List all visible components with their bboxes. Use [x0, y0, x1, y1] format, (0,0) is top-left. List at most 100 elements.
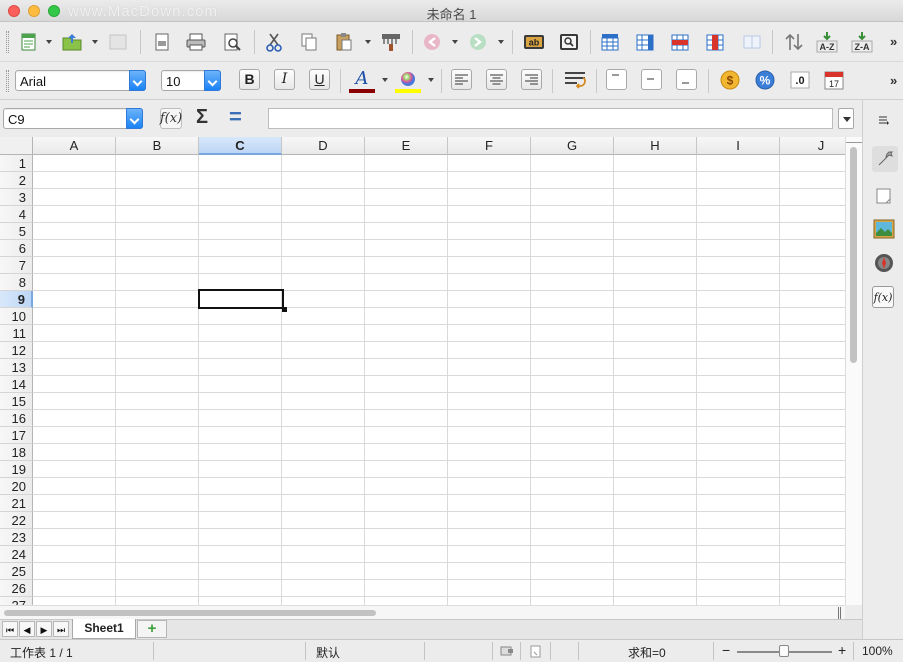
column-header[interactable]: H — [614, 137, 697, 155]
horizontal-scrollbar[interactable] — [0, 605, 845, 619]
currency-format-icon[interactable]: $ — [718, 68, 742, 92]
sidebar-menu-icon[interactable] — [872, 108, 896, 132]
bold-button[interactable]: B — [239, 69, 260, 90]
merge-cells-icon[interactable] — [740, 30, 764, 54]
selection-mode-icon[interactable] — [500, 645, 514, 660]
row-header[interactable]: 17 — [0, 427, 33, 444]
toolbar-grip[interactable] — [6, 70, 9, 92]
formula-button[interactable]: = — [229, 104, 242, 130]
chevron-down-icon[interactable] — [204, 70, 221, 91]
zoom-slider-knob[interactable] — [779, 645, 789, 657]
sort-descending-icon[interactable]: Z-A — [850, 30, 874, 54]
row-header[interactable]: 7 — [0, 257, 33, 274]
paste-dropdown[interactable] — [364, 30, 371, 54]
horizontal-scroll-thumb[interactable] — [4, 610, 376, 616]
row-header[interactable]: 5 — [0, 223, 33, 240]
column-header[interactable]: A — [33, 137, 116, 155]
underline-button[interactable]: U — [309, 69, 330, 90]
font-size-combobox[interactable]: 10 — [161, 70, 221, 91]
vertical-split-handle[interactable] — [846, 137, 862, 143]
formula-input[interactable] — [268, 108, 833, 129]
name-box[interactable]: C9 — [3, 108, 143, 129]
row-header[interactable]: 1 — [0, 155, 33, 172]
row-header[interactable]: 15 — [0, 393, 33, 410]
wrap-text-icon[interactable] — [562, 68, 588, 92]
export-pdf-icon[interactable] — [150, 30, 174, 54]
select-all-corner[interactable] — [0, 137, 33, 155]
row-header[interactable]: 12 — [0, 342, 33, 359]
font-name-combobox[interactable]: Arial — [15, 70, 146, 91]
font-color-dropdown[interactable] — [381, 68, 388, 92]
zoom-in-button[interactable]: + — [838, 642, 846, 658]
font-color-button[interactable]: A — [348, 67, 376, 95]
find-replace-icon[interactable] — [557, 30, 581, 54]
paste-icon[interactable] — [332, 30, 356, 54]
row-header[interactable]: 4 — [0, 206, 33, 223]
row-header[interactable]: 21 — [0, 495, 33, 512]
row-header[interactable]: 20 — [0, 478, 33, 495]
row-header[interactable]: 6 — [0, 240, 33, 257]
open-folder-icon[interactable] — [60, 30, 84, 54]
styles-icon[interactable] — [872, 184, 896, 208]
align-middle-button[interactable] — [641, 69, 662, 90]
vertical-scroll-thumb[interactable] — [850, 147, 857, 363]
column-header[interactable]: F — [448, 137, 531, 155]
column-header[interactable]: I — [697, 137, 780, 155]
row-header[interactable]: 9 — [0, 291, 33, 308]
column-header[interactable]: B — [116, 137, 199, 155]
delete-row-icon[interactable] — [668, 30, 692, 54]
expand-formula-bar-button[interactable] — [838, 108, 854, 129]
next-sheet-button[interactable]: ▶ — [36, 621, 52, 637]
spellcheck-icon[interactable]: ab — [522, 30, 546, 54]
undo-dropdown[interactable] — [451, 30, 458, 54]
toolbar-grip[interactable] — [6, 31, 9, 53]
insert-row-icon[interactable] — [598, 30, 622, 54]
row-header[interactable]: 23 — [0, 529, 33, 546]
toolbar-overflow-chevron-icon[interactable]: » — [890, 34, 897, 49]
column-header[interactable]: D — [282, 137, 365, 155]
print-preview-icon[interactable] — [220, 30, 244, 54]
chevron-down-icon[interactable] — [126, 108, 143, 129]
redo-dropdown[interactable] — [497, 30, 504, 54]
row-header[interactable]: 18 — [0, 444, 33, 461]
insert-column-icon[interactable] — [633, 30, 657, 54]
previous-sheet-button[interactable]: ◀ — [19, 621, 35, 637]
toolbar-overflow-chevron-icon[interactable]: » — [890, 73, 897, 88]
zoom-level[interactable]: 100% — [862, 644, 893, 658]
properties-icon[interactable] — [872, 146, 898, 172]
new-document-icon[interactable] — [17, 30, 41, 54]
row-header[interactable]: 10 — [0, 308, 33, 325]
horizontal-split-handle[interactable] — [838, 607, 841, 619]
column-header[interactable]: J — [780, 137, 845, 155]
italic-button[interactable]: I — [274, 69, 295, 90]
print-icon[interactable] — [184, 30, 208, 54]
redo-icon[interactable] — [466, 30, 490, 54]
undo-icon[interactable] — [420, 30, 444, 54]
row-header[interactable]: 16 — [0, 410, 33, 427]
fill-handle[interactable] — [282, 307, 287, 312]
spreadsheet-grid[interactable]: A B C D E F G H I J 1 2 3 4 5 6 7 8 9 10 11 12 13 14 15 16 17 18 19 2… — [0, 137, 845, 605]
open-dropdown[interactable] — [91, 30, 98, 54]
row-header[interactable]: 14 — [0, 376, 33, 393]
vertical-scrollbar[interactable] — [845, 137, 862, 605]
page-style[interactable]: 默认 — [316, 644, 340, 661]
navigator-icon[interactable] — [872, 251, 896, 275]
sort-ascending-icon[interactable]: A-Z — [815, 30, 839, 54]
sheet-tab[interactable]: Sheet1 — [72, 619, 136, 639]
row-header[interactable]: 8 — [0, 274, 33, 291]
last-sheet-button[interactable]: ⏭ — [53, 621, 69, 637]
align-center-button[interactable] — [486, 69, 507, 90]
delete-column-icon[interactable] — [703, 30, 727, 54]
gallery-icon[interactable] — [872, 217, 896, 241]
row-header[interactable]: 25 — [0, 563, 33, 580]
row-header[interactable]: 11 — [0, 325, 33, 342]
row-header[interactable]: 24 — [0, 546, 33, 563]
align-left-button[interactable] — [451, 69, 472, 90]
date-format-icon[interactable]: 17 — [822, 68, 846, 92]
zoom-out-button[interactable]: − — [722, 642, 730, 658]
column-header[interactable]: E — [365, 137, 448, 155]
chevron-down-icon[interactable] — [129, 70, 146, 91]
row-header[interactable]: 13 — [0, 359, 33, 376]
align-bottom-button[interactable] — [676, 69, 697, 90]
row-header[interactable]: 26 — [0, 580, 33, 597]
